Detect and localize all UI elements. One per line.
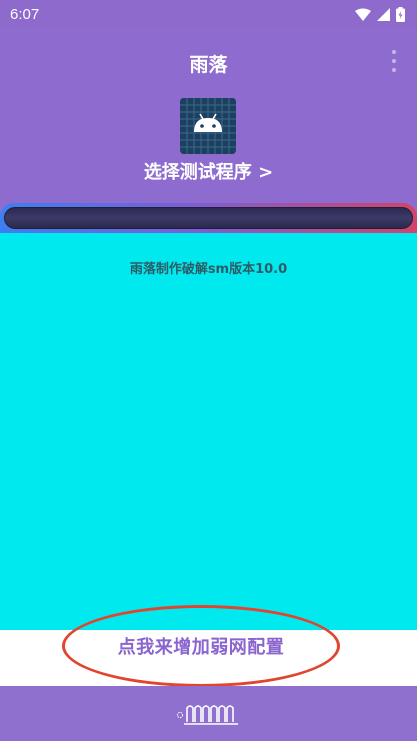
version-text: 雨落制作破解sm版本10.0 xyxy=(129,262,288,277)
status-time: 6:07 xyxy=(10,5,40,23)
add-weak-network-config-button[interactable]: 点我来增加弱网配置 xyxy=(62,605,340,687)
android-icon[interactable] xyxy=(180,98,236,154)
status-icons xyxy=(355,6,405,22)
progress-track xyxy=(4,207,413,229)
wifi-icon xyxy=(355,8,371,21)
coil-logo-icon xyxy=(176,705,238,725)
progress-bar xyxy=(0,203,417,233)
status-bar: 6:07 xyxy=(0,0,417,28)
signal-icon xyxy=(377,7,390,21)
overflow-menu-icon[interactable] xyxy=(389,50,399,72)
app-bar: 雨落 xyxy=(0,28,417,92)
bottom-bar xyxy=(0,686,417,741)
content-area: 雨落制作破解sm版本10.0 xyxy=(0,233,417,630)
battery-icon xyxy=(396,6,405,22)
config-label: 点我来增加弱网配置 xyxy=(117,637,285,658)
select-program-link[interactable]: 选择测试程序 > xyxy=(0,158,417,184)
app-title: 雨落 xyxy=(189,54,228,76)
